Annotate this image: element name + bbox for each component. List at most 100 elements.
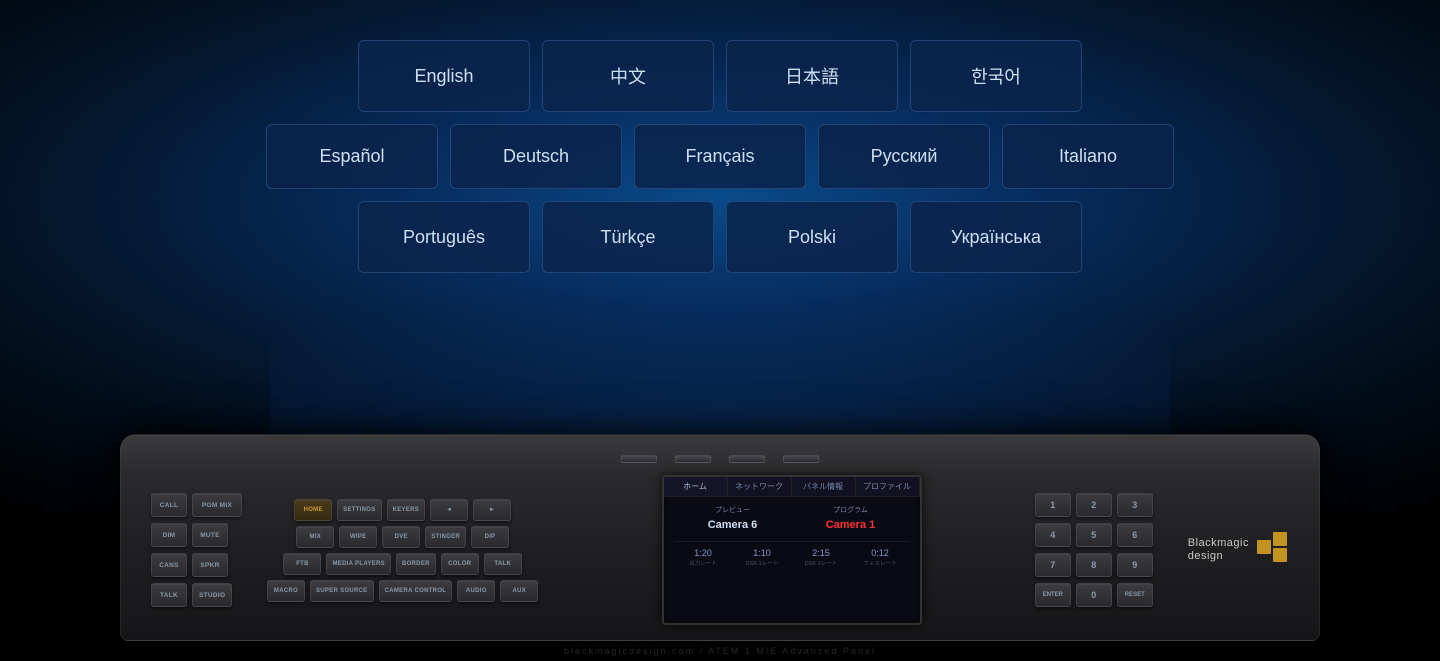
watermark-text: blackmagicdesign.com / ATEM 1 M/E Advanc… [564,646,876,656]
tc-val-4: 0:12 [851,548,910,558]
media-players-button[interactable]: MEDIA PLAYERS [326,553,390,575]
screen-source-values: Camera 6 Camera 1 [674,519,910,531]
lang-btn-turkish[interactable]: Türkçe [542,201,714,273]
tc-val-3: 2:15 [792,548,851,558]
macro-button[interactable]: MACRO [267,580,305,602]
audio-button[interactable]: AUDIO [457,580,495,602]
keyers-button[interactable]: KEYERS [387,499,425,521]
enter-button[interactable]: ENTER [1035,583,1071,607]
middle-button-area: HOME SETTINGS KEYERS ◄ ► MIX WIPE DVE ST… [267,499,538,602]
cans-button[interactable]: CANS [151,553,187,577]
language-row-2: Español Deutsch Français Русский Italian… [266,124,1174,189]
num-btn-3[interactable]: 3 [1117,493,1153,517]
num-btn-1[interactable]: 1 [1035,493,1071,517]
language-row-1: English 中文 日本語 한국어 [358,40,1082,112]
screen-tab-home[interactable]: ホーム [664,477,728,496]
ftb-button[interactable]: FTB [283,553,321,575]
talk-button-left[interactable]: TALK [151,583,187,607]
border-button[interactable]: BORDER [396,553,436,575]
lang-btn-portuguese[interactable]: Português [358,201,530,273]
call-button[interactable]: CALL [151,493,187,517]
screen-tab-profile[interactable]: プロファイル [856,477,920,496]
num-btn-2[interactable]: 2 [1076,493,1112,517]
reset-button[interactable]: RESET [1117,583,1153,607]
lang-btn-italian[interactable]: Italiano [1002,124,1174,189]
stinger-button[interactable]: STINGER [425,526,466,548]
lang-btn-spanish[interactable]: Español [266,124,438,189]
wipe-button[interactable]: WIPE [339,526,377,548]
left-row-2: DIM MUTE [151,523,242,547]
super-source-button[interactable]: SUPER SOURCE [310,580,374,602]
numpad-row-1: 1 2 3 [1035,493,1153,517]
language-selection-grid: English 中文 日本語 한국어 Español Deutsch Franç… [266,40,1174,273]
screen-section: ホーム ネットワーク パネル情報 プロファイル プレビュー プログラム Came… [563,475,1020,625]
num-btn-7[interactable]: 7 [1035,553,1071,577]
program-value: Camera 1 [792,519,910,531]
device-wrapper: CALL PGM MIX DIM MUTE CANS SPKR TALK STU… [120,434,1320,641]
blackmagic-icon [1257,532,1289,568]
dve-button[interactable]: DVE [382,526,420,548]
program-label: プログラム [792,505,910,515]
camera-control-button[interactable]: CAMERA CONTROL [379,580,453,602]
home-button[interactable]: HOME [294,499,332,521]
tc-label-4: フェスレート [851,559,910,567]
tc-val-2: 1:10 [733,548,792,558]
lang-btn-russian[interactable]: Русский [818,124,990,189]
lang-btn-polish[interactable]: Polski [726,201,898,273]
middle-row-2: MIX WIPE DVE STINGER DIP [267,526,538,548]
dip-button[interactable]: DIP [471,526,509,548]
numpad-row-2: 4 5 6 [1035,523,1153,547]
preview-value: Camera 6 [674,519,792,531]
num-btn-5[interactable]: 5 [1076,523,1112,547]
logo-text: Blackmagic design [1188,537,1249,563]
num-btn-9[interactable]: 9 [1117,553,1153,577]
usb-ports [151,455,1289,463]
tc-4: 0:12 フェスレート [851,548,910,567]
pgm-mix-button[interactable]: PGM MIX [192,493,242,517]
lang-btn-french[interactable]: Français [634,124,806,189]
tc-3: 2:15 DSK 2レート [792,548,851,567]
tc-label-2: DSK 1レート [733,559,792,567]
num-btn-0[interactable]: 0 [1076,583,1112,607]
left-row-3: CANS SPKR [151,553,242,577]
next-button[interactable]: ► [473,499,511,521]
device-screen: ホーム ネットワーク パネル情報 プロファイル プレビュー プログラム Came… [662,475,922,625]
numpad-row-4: ENTER 0 RESET [1035,583,1153,607]
lang-btn-german[interactable]: Deutsch [450,124,622,189]
talk-button-mid[interactable]: TALK [484,553,522,575]
mix-button[interactable]: MIX [296,526,334,548]
left-row-4: TALK STUDIO [151,583,242,607]
settings-button[interactable]: SETTINGS [337,499,381,521]
screen-body: プレビュー プログラム Camera 6 Camera 1 1:20 出力レート [664,497,920,575]
screen-tab-network[interactable]: ネットワーク [728,477,792,496]
language-row-3: Português Türkçe Polski Українська [358,201,1082,273]
spkr-button[interactable]: SPKR [192,553,228,577]
lang-btn-chinese[interactable]: 中文 [542,40,714,112]
tc-label-3: DSK 2レート [792,559,851,567]
middle-row-3: FTB MEDIA PLAYERS BORDER COLOR TALK [267,553,538,575]
dim-button[interactable]: DIM [151,523,187,547]
lang-btn-english[interactable]: English [358,40,530,112]
atem-panel: CALL PGM MIX DIM MUTE CANS SPKR TALK STU… [120,434,1320,641]
studio-button[interactable]: STUDIO [192,583,232,607]
screen-tab-panel[interactable]: パネル情報 [792,477,856,496]
usb-port-3 [729,455,765,463]
usb-port-1 [621,455,657,463]
lang-btn-japanese[interactable]: 日本語 [726,40,898,112]
screen-timecodes: 1:20 出力レート 1:10 DSK 1レート 2:15 DSK 2レート [674,541,910,567]
left-row-1: CALL PGM MIX [151,493,242,517]
logo-text-line1: Blackmagic [1188,537,1249,550]
color-button[interactable]: COLOR [441,553,479,575]
mute-button[interactable]: MUTE [192,523,228,547]
numpad-section: 1 2 3 4 5 6 7 8 9 ENTER 0 RESET [1035,493,1153,607]
prev-button[interactable]: ◄ [430,499,468,521]
num-btn-6[interactable]: 6 [1117,523,1153,547]
lang-btn-ukrainian[interactable]: Українська [910,201,1082,273]
num-btn-4[interactable]: 4 [1035,523,1071,547]
preview-label: プレビュー [674,505,792,515]
aux-button[interactable]: AUX [500,580,538,602]
logo-text-line2: design [1188,550,1249,563]
lang-btn-korean[interactable]: 한국어 [910,40,1082,112]
screen-source-labels: プレビュー プログラム [674,505,910,515]
num-btn-8[interactable]: 8 [1076,553,1112,577]
